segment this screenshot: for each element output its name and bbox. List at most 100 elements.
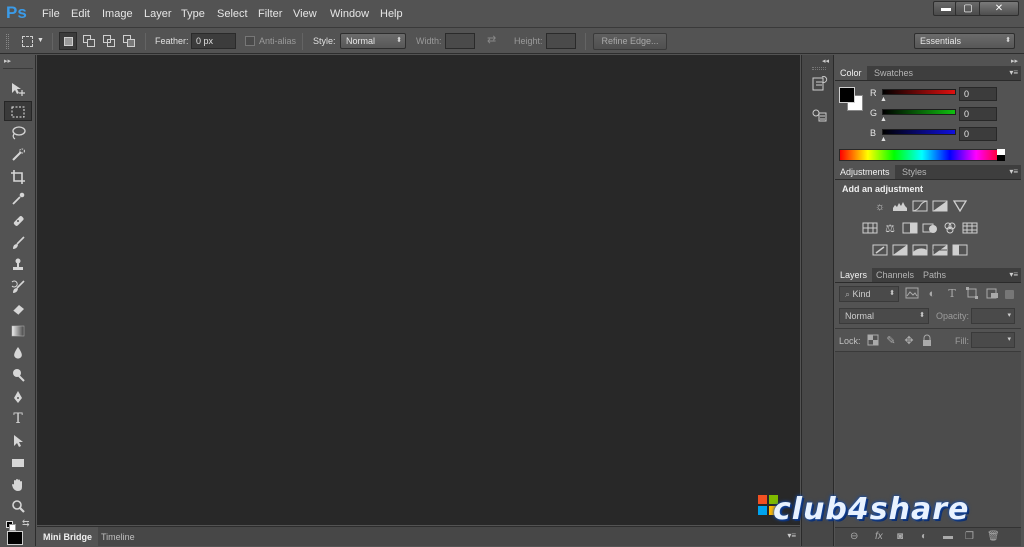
gradient-map-icon[interactable] bbox=[932, 244, 948, 258]
document-canvas-area[interactable] bbox=[37, 55, 800, 525]
tab-layers[interactable]: Layers bbox=[835, 268, 873, 282]
exposure-icon[interactable] bbox=[932, 200, 948, 214]
menu-window[interactable]: Window bbox=[330, 0, 369, 28]
curves-icon[interactable] bbox=[912, 200, 928, 214]
swap-colors-icon[interactable]: ⇆ bbox=[22, 518, 30, 529]
menu-edit[interactable]: Edit bbox=[71, 0, 90, 28]
menu-layer[interactable]: Layer bbox=[144, 0, 172, 28]
move-tool-icon[interactable] bbox=[4, 79, 32, 99]
rectangle-tool-icon[interactable] bbox=[4, 453, 32, 473]
red-value-input[interactable]: 0 bbox=[959, 87, 997, 101]
tab-swatches[interactable]: Swatches bbox=[869, 66, 918, 80]
threshold-icon[interactable] bbox=[912, 244, 928, 258]
tab-adjustments[interactable]: Adjustments bbox=[835, 165, 895, 179]
eraser-tool-icon[interactable] bbox=[4, 299, 32, 319]
collapse-arrows-icon[interactable]: ▸▸ bbox=[4, 57, 11, 65]
path-selection-tool-icon[interactable] bbox=[4, 431, 32, 451]
height-input[interactable] bbox=[546, 33, 576, 49]
add-to-selection-button[interactable] bbox=[80, 32, 98, 50]
maximize-button[interactable]: ▢ bbox=[955, 1, 981, 16]
filter-pixel-layers-icon[interactable] bbox=[904, 287, 920, 301]
color-lookup-icon[interactable] bbox=[962, 222, 978, 236]
history-brush-tool-icon[interactable] bbox=[4, 277, 32, 297]
tab-channels[interactable]: Channels bbox=[871, 268, 919, 282]
tab-mini-bridge[interactable]: Mini Bridge bbox=[37, 527, 98, 547]
collapse-arrows-icon[interactable]: ▸▸ bbox=[1011, 57, 1018, 65]
zoom-tool-icon[interactable] bbox=[4, 497, 32, 517]
close-button[interactable]: ✕ bbox=[979, 1, 1019, 16]
workspace-dropdown[interactable]: Essentials ⬍ bbox=[914, 33, 1015, 49]
type-tool-icon[interactable]: T bbox=[4, 409, 32, 429]
filter-smart-objects-icon[interactable] bbox=[984, 287, 1000, 301]
menu-filter[interactable]: Filter bbox=[258, 0, 282, 28]
properties-panel-icon[interactable] bbox=[810, 107, 828, 125]
opacity-input[interactable]: ▾ bbox=[971, 308, 1015, 324]
grip-handle[interactable] bbox=[6, 34, 9, 49]
color-balance-icon[interactable]: ⚖ bbox=[882, 222, 898, 236]
menu-select[interactable]: Select bbox=[217, 0, 248, 28]
anti-alias-checkbox[interactable] bbox=[245, 36, 255, 46]
green-value-input[interactable]: 0 bbox=[959, 107, 997, 121]
posterize-icon[interactable] bbox=[892, 244, 908, 258]
layer-filter-dropdown[interactable]: ⌕ Kind ⬍ bbox=[839, 286, 899, 302]
menu-image[interactable]: Image bbox=[102, 0, 133, 28]
marquee-tool-icon[interactable] bbox=[4, 101, 32, 121]
lasso-tool-icon[interactable] bbox=[4, 123, 32, 143]
slider-thumb-icon[interactable]: ▲ bbox=[880, 116, 887, 123]
dodge-tool-icon[interactable] bbox=[4, 365, 32, 385]
menu-file[interactable]: File bbox=[42, 0, 60, 28]
green-slider[interactable] bbox=[882, 109, 956, 115]
tool-preset-picker[interactable]: ▼ bbox=[20, 34, 44, 49]
quick-selection-tool-icon[interactable] bbox=[4, 145, 32, 165]
intersect-selection-button[interactable] bbox=[120, 32, 138, 50]
panel-menu-icon[interactable]: ▾≡ bbox=[1009, 270, 1018, 279]
filter-type-layers-icon[interactable]: T bbox=[944, 287, 960, 301]
subtract-from-selection-button[interactable] bbox=[100, 32, 118, 50]
blue-value-input[interactable]: 0 bbox=[959, 127, 997, 141]
invert-icon[interactable] bbox=[872, 244, 888, 258]
style-dropdown[interactable]: Normal ⬍ bbox=[340, 33, 406, 49]
default-colors-icon[interactable] bbox=[6, 521, 16, 531]
lock-image-pixels-icon[interactable]: ✎ bbox=[883, 334, 899, 348]
filter-toggle-switch[interactable] bbox=[1005, 290, 1014, 299]
width-input[interactable] bbox=[445, 33, 475, 49]
fill-input[interactable]: ▾ bbox=[971, 332, 1015, 348]
panel-menu-icon[interactable]: ▾≡ bbox=[1009, 68, 1018, 77]
blue-slider[interactable] bbox=[882, 129, 956, 135]
gradient-tool-icon[interactable] bbox=[4, 321, 32, 341]
refine-edge-button[interactable]: Refine Edge... bbox=[593, 33, 667, 50]
filter-shape-layers-icon[interactable] bbox=[964, 287, 980, 301]
menu-view[interactable]: View bbox=[293, 0, 317, 28]
expand-arrows-icon[interactable]: ◂◂ bbox=[822, 57, 829, 65]
tab-timeline[interactable]: Timeline bbox=[95, 527, 141, 547]
brightness-contrast-icon[interactable]: ☼ bbox=[872, 200, 888, 214]
tab-color[interactable]: Color bbox=[835, 66, 867, 80]
swap-width-height-icon[interactable]: ⇄ bbox=[487, 33, 496, 46]
foreground-color-swatch[interactable] bbox=[7, 531, 23, 545]
lock-position-icon[interactable]: ✥ bbox=[901, 334, 917, 348]
hue-saturation-icon[interactable] bbox=[862, 222, 878, 236]
history-panel-icon[interactable] bbox=[810, 75, 828, 93]
panel-menu-icon[interactable]: ▾≡ bbox=[1009, 167, 1018, 176]
blur-tool-icon[interactable] bbox=[4, 343, 32, 363]
menu-type[interactable]: Type bbox=[181, 0, 205, 28]
crop-tool-icon[interactable] bbox=[4, 167, 32, 187]
lock-all-icon[interactable] bbox=[919, 334, 935, 348]
filter-adjustment-layers-icon[interactable]: ◐ bbox=[924, 287, 940, 301]
feather-input[interactable]: 0 px bbox=[191, 33, 236, 49]
hand-tool-icon[interactable] bbox=[4, 475, 32, 495]
brush-tool-icon[interactable] bbox=[4, 233, 32, 253]
photo-filter-icon[interactable] bbox=[922, 222, 938, 236]
slider-thumb-icon[interactable]: ▲ bbox=[880, 136, 887, 143]
healing-brush-tool-icon[interactable] bbox=[4, 211, 32, 231]
channel-mixer-icon[interactable] bbox=[942, 222, 958, 236]
clone-stamp-tool-icon[interactable] bbox=[4, 255, 32, 275]
tab-paths[interactable]: Paths bbox=[918, 268, 951, 282]
blend-mode-dropdown[interactable]: Normal ⬍ bbox=[839, 308, 929, 324]
black-white-icon[interactable] bbox=[902, 222, 918, 236]
slider-thumb-icon[interactable]: ▲ bbox=[880, 96, 887, 103]
levels-icon[interactable] bbox=[892, 200, 908, 214]
grip-handle[interactable] bbox=[812, 67, 826, 70]
new-selection-button[interactable] bbox=[59, 32, 77, 50]
pen-tool-icon[interactable] bbox=[4, 387, 32, 407]
